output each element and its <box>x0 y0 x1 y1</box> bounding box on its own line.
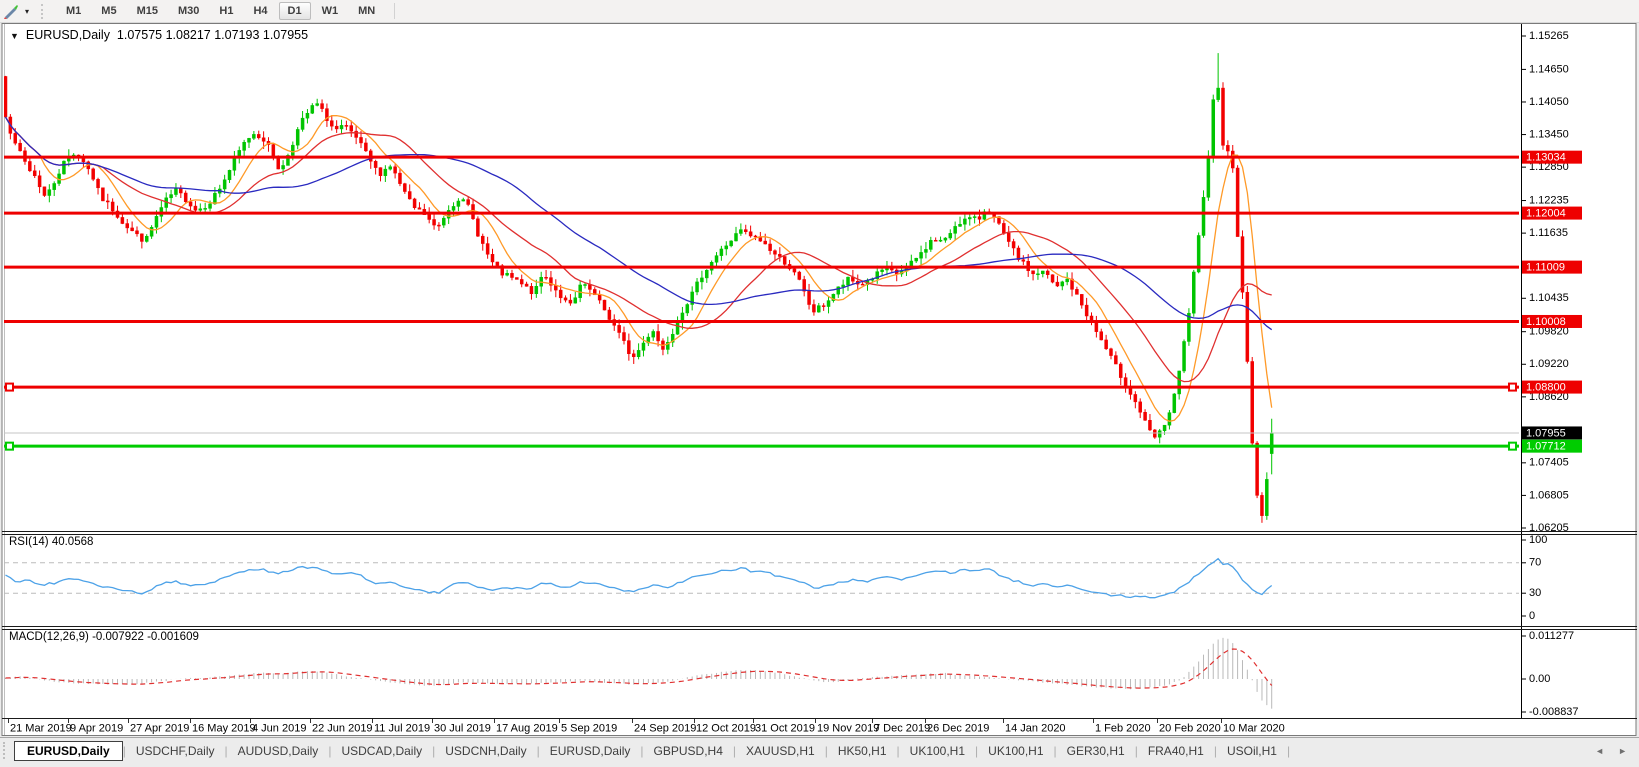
svg-text:0: 0 <box>1529 610 1535 622</box>
line-handle[interactable] <box>1509 384 1516 391</box>
timeframe-button-h1[interactable]: H1 <box>210 2 242 20</box>
svg-text:5 Sep 2019: 5 Sep 2019 <box>561 722 617 734</box>
chart-tab-eurusd-daily[interactable]: EURUSD,Daily <box>14 741 123 761</box>
svg-text:27 Apr 2019: 27 Apr 2019 <box>130 722 189 734</box>
svg-text:1.10435: 1.10435 <box>1529 292 1569 304</box>
chart-tab-eurusd-daily[interactable]: EURUSD,Daily <box>540 741 641 761</box>
collapse-chart-icon[interactable]: ▼ <box>10 31 19 41</box>
chart-tab-usdchf-daily[interactable]: USDCHF,Daily <box>126 741 225 761</box>
line-handle[interactable] <box>6 443 13 450</box>
chart-tool-dropdown-icon[interactable]: ▾ <box>21 7 33 16</box>
tab-scroll-right-icon[interactable]: ► <box>1618 746 1627 756</box>
svg-text:1.12235: 1.12235 <box>1529 194 1569 206</box>
chart-tab-audusd-daily[interactable]: AUDUSD,Daily <box>228 741 329 761</box>
svg-text:21 Mar 2019: 21 Mar 2019 <box>10 722 72 734</box>
crosshair-tool-icon[interactable] <box>1 2 21 20</box>
chart-tab-usoil-h1[interactable]: USOil,H1 <box>1217 741 1287 761</box>
timeframe-button-mn[interactable]: MN <box>349 2 384 20</box>
svg-text:11 Jul 2019: 11 Jul 2019 <box>374 722 430 734</box>
svg-text:12 Oct 2019: 12 Oct 2019 <box>696 722 756 734</box>
tab-scroll-left-icon[interactable]: ◄ <box>1595 746 1604 756</box>
svg-text:1.14050: 1.14050 <box>1529 96 1569 108</box>
svg-text:1.06805: 1.06805 <box>1529 489 1569 501</box>
timeframe-button-w1[interactable]: W1 <box>313 2 348 20</box>
tab-scroll-arrows: ◄ ► <box>1595 746 1627 756</box>
svg-text:1.07955: 1.07955 <box>1526 427 1566 439</box>
svg-text:1.12004: 1.12004 <box>1526 207 1566 219</box>
svg-text:17 Aug 2019: 17 Aug 2019 <box>496 722 558 734</box>
svg-text:0.00: 0.00 <box>1529 673 1550 685</box>
chart-tab-uk100-h1[interactable]: UK100,H1 <box>978 741 1053 761</box>
timeframe-button-m30[interactable]: M30 <box>169 2 208 20</box>
svg-text:1.15265: 1.15265 <box>1529 30 1569 42</box>
svg-text:1.13034: 1.13034 <box>1526 152 1566 164</box>
svg-text:1.09220: 1.09220 <box>1529 358 1569 370</box>
svg-text:14 Jan 2020: 14 Jan 2020 <box>1005 722 1066 734</box>
svg-text:16 May 2019: 16 May 2019 <box>192 722 256 734</box>
svg-text:30: 30 <box>1529 587 1541 599</box>
svg-text:1.07712: 1.07712 <box>1526 441 1566 453</box>
svg-text:31 Oct 2019: 31 Oct 2019 <box>755 722 815 734</box>
line-handle[interactable] <box>1509 443 1516 450</box>
chart-title-text: EURUSD,Daily 1.07575 1.08217 1.07193 1.0… <box>26 28 308 42</box>
svg-text:1.13450: 1.13450 <box>1529 128 1569 140</box>
toolbar: ▾ M1M5M15M30H1H4D1W1MN <box>0 0 1639 23</box>
svg-text:30 Jul 2019: 30 Jul 2019 <box>434 722 491 734</box>
mt4-terminal: { "toolbar": { "tool_icon": "crosshair-t… <box>0 0 1639 767</box>
timeframe-buttons: M1M5M15M30H1H4D1W1MN <box>56 2 385 20</box>
svg-text:0.011277: 0.011277 <box>1529 630 1574 642</box>
svg-text:10 Mar 2020: 10 Mar 2020 <box>1223 722 1285 734</box>
chart-tab-gbpusd-h4[interactable]: GBPUSD,H4 <box>644 741 733 761</box>
chart-tab-usdcad-daily[interactable]: USDCAD,Daily <box>331 741 432 761</box>
svg-text:1.08800: 1.08800 <box>1526 381 1566 393</box>
svg-text:1 Feb 2020: 1 Feb 2020 <box>1095 722 1151 734</box>
svg-text:1.14650: 1.14650 <box>1529 63 1569 75</box>
svg-text:1.06205: 1.06205 <box>1529 522 1569 534</box>
svg-text:-0.008837: -0.008837 <box>1529 706 1579 718</box>
price-chart-canvas[interactable]: 1.152651.146501.140501.134501.128501.122… <box>0 0 1639 767</box>
svg-text:1.11009: 1.11009 <box>1526 262 1565 274</box>
macd-label: MACD(12,26,9) -0.007922 -0.001609 <box>9 631 199 643</box>
svg-text:7 Dec 2019: 7 Dec 2019 <box>874 722 930 734</box>
chart-tab-usdcnh-daily[interactable]: USDCNH,Daily <box>435 741 536 761</box>
crosshair-tool-glyph <box>3 3 19 19</box>
svg-text:9 Apr 2019: 9 Apr 2019 <box>70 722 123 734</box>
svg-text:4 Jun 2019: 4 Jun 2019 <box>252 722 306 734</box>
svg-text:1.10008: 1.10008 <box>1526 316 1566 328</box>
toolbar-grip <box>41 4 47 19</box>
chart-tab-ger30-h1[interactable]: GER30,H1 <box>1057 741 1135 761</box>
chart-tab-hk50-h1[interactable]: HK50,H1 <box>828 741 897 761</box>
timeframe-button-m15[interactable]: M15 <box>128 2 167 20</box>
svg-text:26 Dec 2019: 26 Dec 2019 <box>927 722 989 734</box>
timeframe-button-m5[interactable]: M5 <box>92 2 125 20</box>
svg-text:24 Sep 2019: 24 Sep 2019 <box>634 722 696 734</box>
timeframe-button-d1[interactable]: D1 <box>279 2 311 20</box>
toolbar-separator <box>394 3 395 19</box>
rsi-label: RSI(14) 40.0568 <box>9 536 93 548</box>
timeframe-button-h4[interactable]: H4 <box>244 2 276 20</box>
tabbar-grip <box>3 742 8 759</box>
svg-text:19 Nov 2019: 19 Nov 2019 <box>817 722 879 734</box>
chart-tab-uk100-h1[interactable]: UK100,H1 <box>900 741 975 761</box>
svg-text:100: 100 <box>1529 534 1547 546</box>
svg-text:70: 70 <box>1529 557 1541 569</box>
chart-tabs: EURUSD,Daily|USDCHF,Daily|AUDUSD,Daily|U… <box>14 741 1290 761</box>
svg-text:1.07405: 1.07405 <box>1529 457 1569 469</box>
chart-tab-bar: EURUSD,Daily|USDCHF,Daily|AUDUSD,Daily|U… <box>0 737 1639 763</box>
chart-title: ▼ EURUSD,Daily 1.07575 1.08217 1.07193 1.… <box>10 28 308 42</box>
svg-text:20 Feb 2020: 20 Feb 2020 <box>1159 722 1221 734</box>
line-handle[interactable] <box>6 384 13 391</box>
svg-text:1.11635: 1.11635 <box>1529 227 1568 239</box>
timeframe-button-m1[interactable]: M1 <box>57 2 90 20</box>
tab-separator: | <box>1287 744 1290 758</box>
chart-tab-xauusd-h1[interactable]: XAUUSD,H1 <box>736 741 825 761</box>
chart-tab-fra40-h1[interactable]: FRA40,H1 <box>1138 741 1214 761</box>
svg-text:22 Jun 2019: 22 Jun 2019 <box>312 722 373 734</box>
